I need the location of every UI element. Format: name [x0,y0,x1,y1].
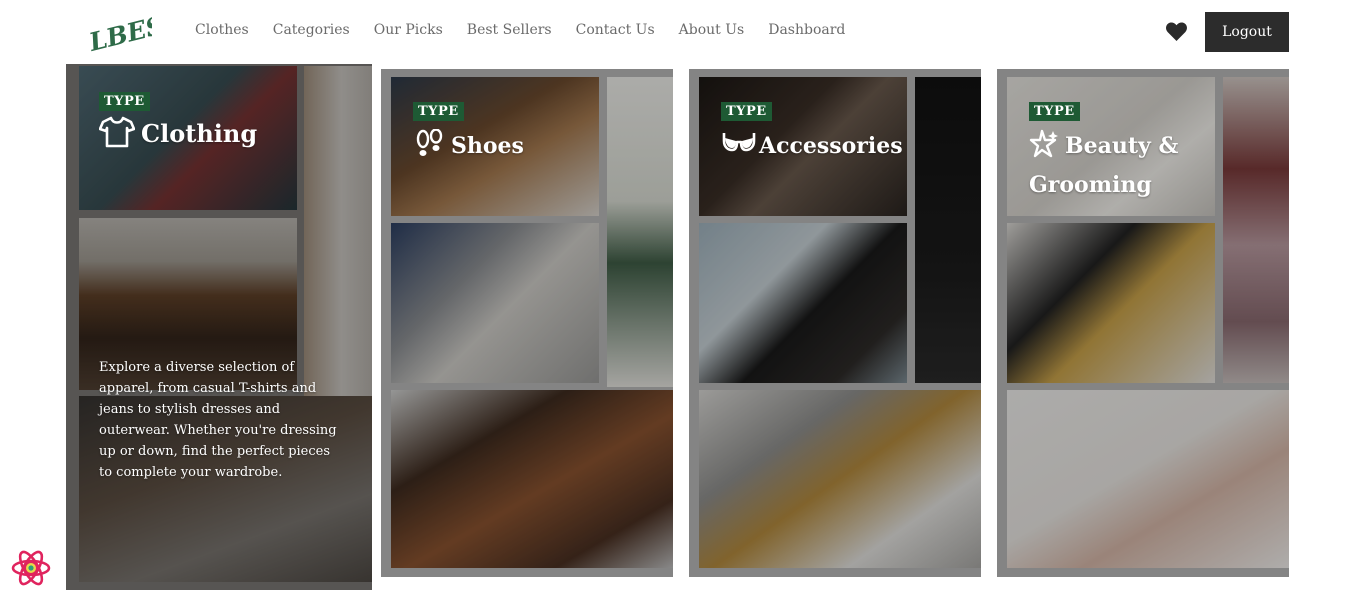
nav-about-us[interactable]: About Us [679,22,745,38]
logout-button[interactable]: Logout [1205,12,1289,52]
card-type-badge: TYPE [413,102,464,121]
category-card-clothing[interactable]: TYPE Clothing Explore a diverse selectio… [66,64,372,590]
card-photo-hair-products [1007,223,1215,383]
logo-text: LBESS [86,12,152,52]
card-title: Beauty & Grooming [1029,129,1259,202]
category-card-shoes[interactable]: TYPE Shoes [381,69,673,577]
brand-logo[interactable]: LBESS [86,12,152,52]
card-type-badge: TYPE [1029,102,1080,121]
nav-contact-us[interactable]: Contact Us [576,22,655,38]
card-title-text: Accessories [759,133,903,159]
card-title-text: Clothing [141,119,258,148]
card-title: Clothing [98,116,258,156]
nav-categories[interactable]: Categories [273,22,350,38]
nav-best-sellers[interactable]: Best Sellers [467,22,552,38]
category-card-accessories[interactable]: TYPE Accessories [689,69,981,577]
footprints-icon [415,128,445,169]
heart-icon[interactable] [1165,21,1188,42]
tshirt-icon [98,116,136,156]
card-type-badge: TYPE [721,102,772,121]
nav-dashboard[interactable]: Dashboard [768,22,845,38]
card-photo-ring-box [699,223,907,383]
card-photo-gua-sha [1007,390,1289,568]
card-photo-dark-panel [915,77,981,383]
card-photo-sneakers [391,223,599,383]
nav-our-picks[interactable]: Our Picks [374,22,443,38]
sunglasses-icon [721,129,757,169]
card-title: Accessories [721,129,903,169]
card-photo-eyeshadow-palette [1223,77,1289,383]
react-devtools-icon[interactable] [11,548,51,588]
main-nav: Clothes Categories Our Picks Best Seller… [195,22,845,38]
card-photo-gold-chain [699,390,981,568]
card-description: Explore a diverse selection of apparel, … [99,360,337,480]
card-type-badge: TYPE [99,92,150,111]
card-title: Shoes [415,128,524,169]
category-card-beauty-grooming[interactable]: TYPE Beauty & Grooming [997,69,1289,577]
card-photo-plant [607,77,673,387]
nav-clothes[interactable]: Clothes [195,22,249,38]
card-photo-brogues [391,390,673,568]
card-title-text: Shoes [451,133,524,159]
sparkle-icon [1029,129,1059,169]
